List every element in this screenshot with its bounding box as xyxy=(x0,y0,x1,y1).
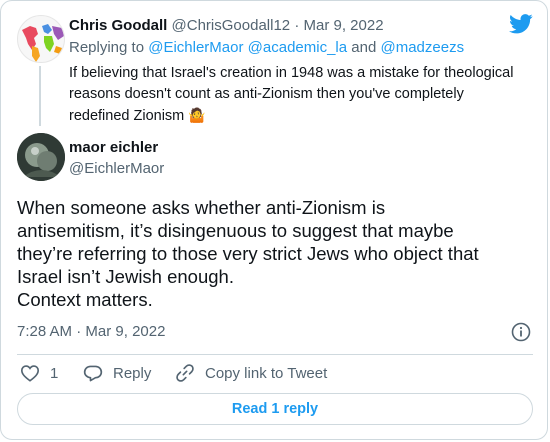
parent-tweet-text: If believing that Israel's creation in 1… xyxy=(69,63,513,127)
read-replies-button[interactable]: Read 1 reply xyxy=(17,393,533,425)
text-line: Israel isn’t Jewish enough. xyxy=(17,266,234,287)
link-icon xyxy=(175,363,205,383)
read-replies-label: Read 1 reply xyxy=(231,401,319,417)
text-line: antisemitism, it’s disingenuous to sugge… xyxy=(17,220,454,241)
and-label: and xyxy=(351,39,377,56)
text-line: Context matters. xyxy=(17,289,153,310)
text-line: If believing that Israel's creation in 1… xyxy=(69,65,514,81)
main-tweet-text: When someone asks whether anti-Zionism i… xyxy=(17,196,479,311)
mention-link[interactable]: @EichlerMaor xyxy=(148,39,243,56)
parent-author-name[interactable]: Chris Goodall xyxy=(69,17,167,34)
separator-dot: · xyxy=(76,323,82,340)
like-count: 1 xyxy=(50,364,59,382)
main-author-name[interactable]: maor eichler xyxy=(69,138,158,158)
mention-link[interactable]: @madzeezs xyxy=(380,39,464,56)
text-line: When someone asks whether anti-Zionism i… xyxy=(17,197,386,218)
parent-tweet-header: Chris Goodall @ChrisGoodall12 · Mar 9, 2… xyxy=(69,16,384,36)
tweet-timestamp[interactable]: 7:28 AM · Mar 9, 2022 xyxy=(17,322,165,342)
separator-dot: · xyxy=(294,17,300,34)
text-line: reasons doesn't count as anti-Zionism th… xyxy=(69,86,464,102)
reply-button[interactable]: Reply xyxy=(83,363,151,383)
parent-author-avatar[interactable] xyxy=(17,15,65,63)
info-icon[interactable] xyxy=(511,322,531,342)
mention-link[interactable]: @academic_la xyxy=(248,39,347,56)
text-line: redefined Zionism 🤷 xyxy=(69,107,206,124)
reply-label: Reply xyxy=(113,364,152,382)
person-shrugging-icon: 🤷 xyxy=(188,107,206,123)
copy-link-label: Copy link to Tweet xyxy=(205,364,328,382)
tweet-time: 7:28 AM xyxy=(17,323,73,340)
tweet-date: Mar 9, 2022 xyxy=(85,323,166,340)
text-line: they’re referring to those very strict J… xyxy=(17,243,479,264)
replying-to-line: Replying to @EichlerMaor @academic_la an… xyxy=(69,38,464,58)
heart-icon xyxy=(20,364,50,382)
parent-tweet-date[interactable]: Mar 9, 2022 xyxy=(303,17,383,34)
main-author-handle[interactable]: @EichlerMaor xyxy=(69,159,164,179)
like-button[interactable]: 1 xyxy=(20,363,58,383)
divider xyxy=(17,354,533,355)
parent-author-handle[interactable]: @ChrisGoodall12 xyxy=(172,17,291,34)
main-author-avatar[interactable] xyxy=(17,133,65,181)
replying-to-label: Replying to xyxy=(69,39,145,56)
reply-bubble-icon xyxy=(83,364,113,383)
twitter-bird-icon[interactable] xyxy=(509,14,533,34)
copy-link-button[interactable]: Copy link to Tweet xyxy=(175,363,327,383)
thread-connector-line xyxy=(39,66,41,126)
